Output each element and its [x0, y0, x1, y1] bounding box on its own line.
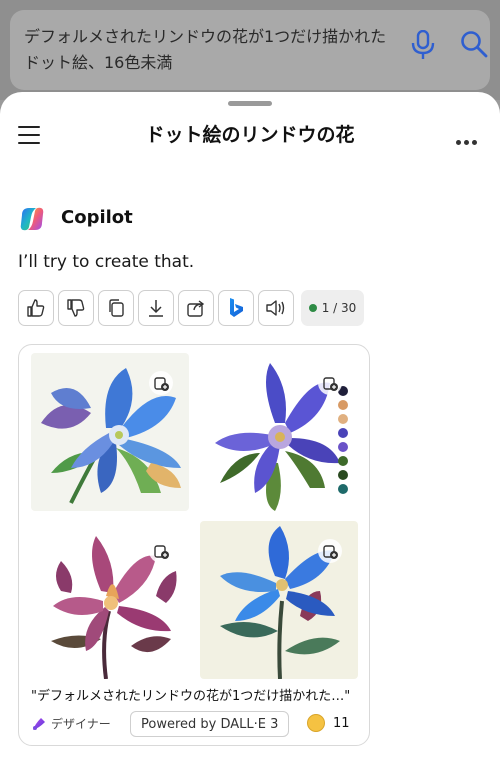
share-button[interactable] — [178, 290, 214, 326]
image-4-copy-icon[interactable] — [318, 539, 342, 563]
image-1-copy-icon[interactable] — [149, 371, 173, 395]
download-button[interactable] — [138, 290, 174, 326]
search-icon[interactable] — [460, 30, 488, 58]
assistant-name: Copilot — [61, 207, 133, 228]
assistant-reply: I’ll try to create that. — [18, 252, 195, 272]
generated-image-3[interactable] — [31, 521, 189, 679]
boost-counter: 11 — [307, 714, 350, 732]
image-3-copy-icon[interactable] — [149, 539, 173, 563]
search-query-text[interactable]: デフォルメされたリンドウの花が1つだけ描かれたドット絵、16色未満 — [24, 24, 394, 76]
generated-image-2[interactable] — [200, 353, 358, 511]
generated-image-4[interactable] — [200, 521, 358, 679]
image-caption: "デフォルメされたリンドウの花が1つだけ描かれた…" — [31, 689, 351, 704]
thumbs-down-button[interactable] — [58, 290, 94, 326]
search-box[interactable]: デフォルメされたリンドウの花が1つだけ描かれたドット絵、16色未満 — [10, 10, 490, 90]
read-aloud-button[interactable] — [258, 290, 294, 326]
download-icon — [149, 300, 163, 317]
chat-sheet: ドット絵のリンドウの花 Copilot I’ll try to create t… — [0, 92, 500, 768]
turn-counter-text: 1 / 30 — [321, 301, 357, 315]
designer-link[interactable]: デザイナー — [31, 715, 111, 732]
bing-icon — [230, 298, 243, 317]
powered-by-badge: Powered by DALL·E 3 — [130, 711, 290, 737]
more-options-icon[interactable] — [456, 130, 482, 145]
designer-icon — [33, 717, 45, 730]
sheet-drag-handle[interactable] — [228, 101, 272, 106]
bing-button[interactable] — [218, 290, 254, 326]
share-icon — [187, 300, 205, 317]
copy-button[interactable] — [98, 290, 134, 326]
boost-coin-icon — [307, 714, 325, 732]
thumbs-up-button[interactable] — [18, 290, 54, 326]
boost-count: 11 — [333, 715, 350, 731]
thumbs-down-icon — [67, 299, 85, 317]
status-dot — [308, 304, 317, 312]
turn-counter: 1 / 30 — [301, 290, 364, 326]
search-area: デフォルメされたリンドウの花が1つだけ描かれたドット絵、16色未満 — [0, 0, 500, 100]
generated-image-1[interactable] — [31, 353, 189, 511]
thumbs-up-icon — [27, 299, 45, 317]
page-title: ドット絵のリンドウの花 — [145, 124, 355, 146]
speaker-icon — [266, 300, 285, 316]
designer-label: デザイナー — [51, 717, 111, 731]
image-result-card: "デフォルメされたリンドウの花が1つだけ描かれた…" デザイナー Powered… — [18, 344, 370, 746]
copy-icon — [109, 299, 124, 317]
copilot-logo-icon — [20, 207, 44, 231]
microphone-icon[interactable] — [410, 30, 436, 60]
image-2-copy-icon[interactable] — [318, 371, 342, 395]
